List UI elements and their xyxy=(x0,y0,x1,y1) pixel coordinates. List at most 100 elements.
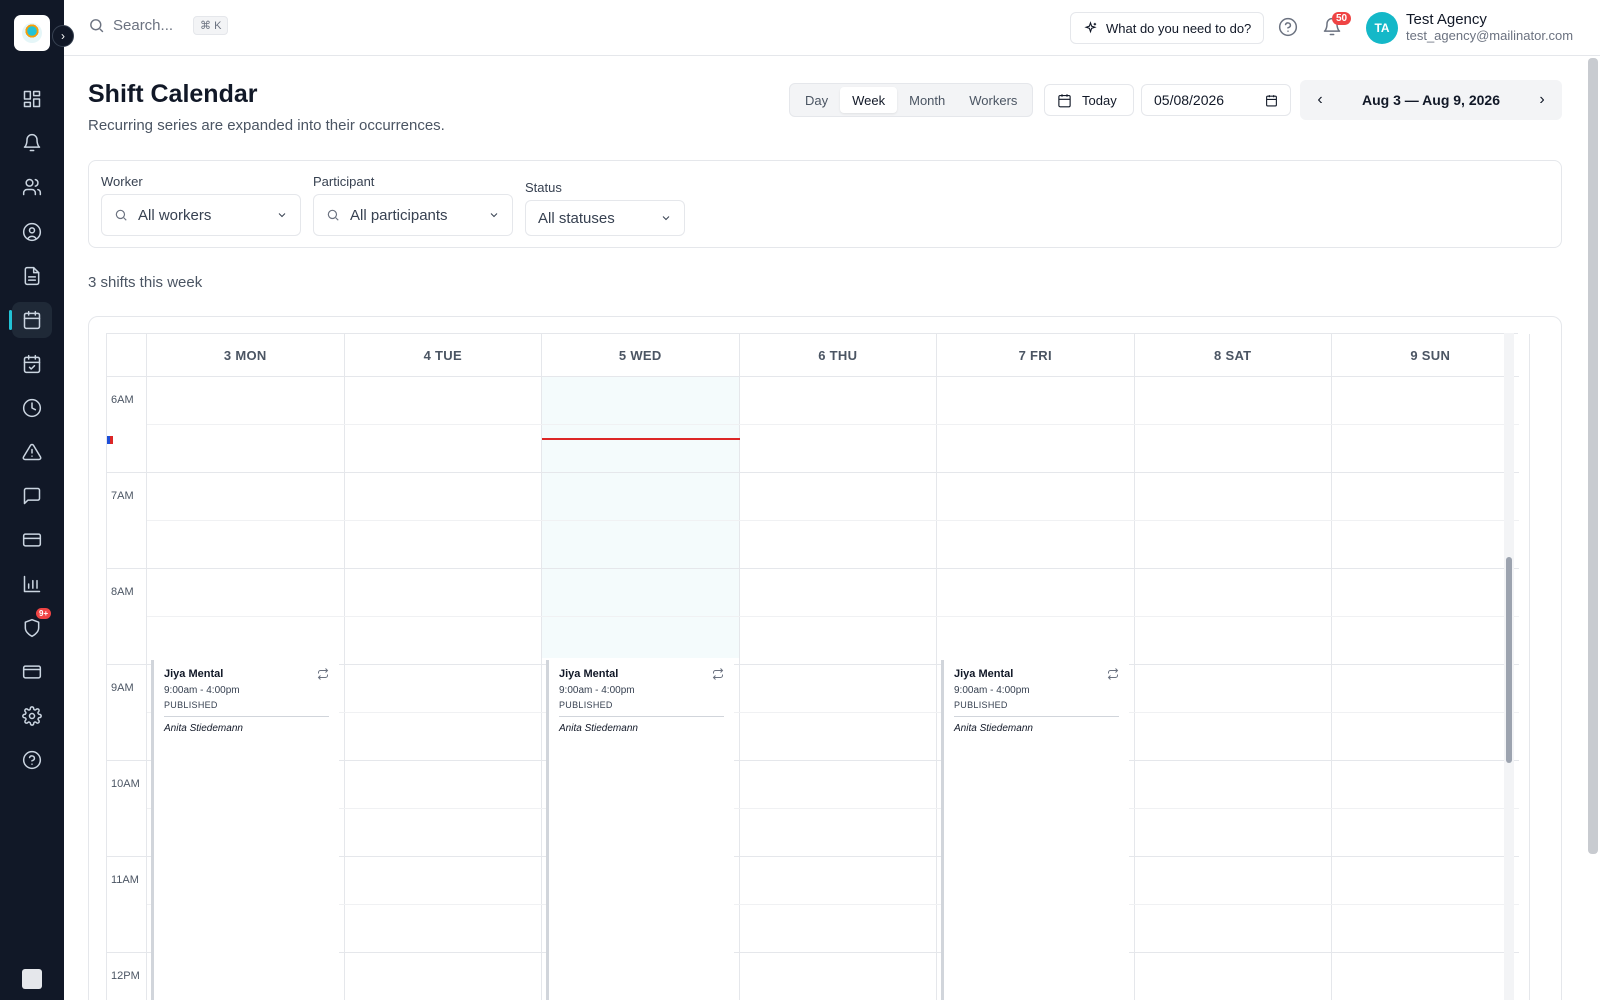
date-picker[interactable]: 05/08/2026 xyxy=(1141,84,1291,116)
shift-status: PUBLISHED xyxy=(559,700,613,710)
search-icon xyxy=(327,209,339,221)
calendar-picker-icon[interactable] xyxy=(1265,94,1278,107)
shift-divider xyxy=(559,716,724,717)
shift-title: Jiya Mental xyxy=(559,668,619,680)
next-week-button[interactable]: › xyxy=(1532,91,1552,109)
clock-icon xyxy=(22,398,42,418)
view-switcher: Day Week Month Workers xyxy=(789,83,1034,117)
compliance-badge: 9+ xyxy=(36,608,52,619)
sidebar-item-users[interactable] xyxy=(12,169,52,205)
sidebar-item-participants[interactable] xyxy=(12,214,52,250)
today-label: Today xyxy=(1082,92,1117,108)
sidebar-item-compliance[interactable]: 9+ xyxy=(12,608,52,646)
shift-divider xyxy=(164,716,329,717)
current-time-marker xyxy=(107,436,113,444)
ask-assistant-button[interactable]: What do you need to do? xyxy=(1070,12,1265,44)
sidebar-expand-button[interactable]: › xyxy=(52,25,74,47)
day-header: 7 FRI xyxy=(937,334,1135,376)
previous-week-button[interactable]: ‹ xyxy=(1310,91,1330,109)
shift-status: PUBLISHED xyxy=(164,700,218,710)
users-icon xyxy=(22,178,42,196)
worker-filter-select[interactable]: All workers xyxy=(101,194,301,236)
day-column[interactable] xyxy=(740,376,937,1000)
page-title: Shift Calendar xyxy=(88,80,258,108)
user-name[interactable]: Test Agency xyxy=(1406,11,1487,28)
sidebar-item-roster[interactable] xyxy=(12,346,52,382)
avatar[interactable]: TA xyxy=(1366,12,1398,44)
document-icon xyxy=(24,266,40,286)
date-range-label: Aug 3 — Aug 9, 2026 xyxy=(1362,92,1500,108)
day-column[interactable] xyxy=(345,376,542,1000)
sidebar-item-dashboard[interactable] xyxy=(12,81,52,117)
notifications-button[interactable]: 50 xyxy=(1322,12,1352,39)
tab-workers[interactable]: Workers xyxy=(957,87,1029,113)
user-email: test_agency@mailinator.com xyxy=(1406,28,1574,43)
ask-assistant-label: What do you need to do? xyxy=(1106,20,1252,36)
sidebar-item-reports[interactable] xyxy=(12,566,52,602)
day-column[interactable] xyxy=(1135,376,1332,1000)
wallet-icon xyxy=(22,665,42,679)
tab-day[interactable]: Day xyxy=(793,87,840,113)
time-label: 7AM xyxy=(111,490,134,502)
participant-filter-select[interactable]: All participants xyxy=(313,194,513,236)
help-button[interactable] xyxy=(1278,17,1300,39)
profile-thumbnail[interactable] xyxy=(22,969,42,989)
sidebar-item-messages[interactable] xyxy=(12,478,52,514)
day-header: 4 TUE xyxy=(345,334,542,376)
dashboard-icon xyxy=(23,90,41,108)
chevron-down-icon xyxy=(662,216,670,221)
date-value: 05/08/2026 xyxy=(1154,92,1225,108)
chevron-down-icon xyxy=(490,213,498,218)
day-column[interactable] xyxy=(1332,376,1530,1000)
participant-filter-value: All participants xyxy=(350,206,448,224)
shift-time: 9:00am - 4:00pm xyxy=(954,685,1030,696)
half-hour-line xyxy=(147,904,1519,905)
time-column xyxy=(107,334,147,1000)
day-header: 9 SUN xyxy=(1332,334,1530,376)
shift-card[interactable]: Jiya Mental 9:00am - 4:00pm PUBLISHED Anita… xyxy=(546,660,734,1000)
half-hour-line xyxy=(147,520,1519,521)
half-hour-line xyxy=(147,424,1519,425)
sidebar-item-timesheets[interactable] xyxy=(12,390,52,426)
participant-filter-label: Participant xyxy=(313,174,375,189)
status-filter-select[interactable]: All statuses xyxy=(525,200,685,236)
sidebar-item-settings[interactable] xyxy=(12,698,52,734)
calendar-icon xyxy=(23,310,41,330)
shift-card[interactable]: Jiya Mental 9:00am - 4:00pm PUBLISHED Anita… xyxy=(941,660,1129,1000)
half-hour-line xyxy=(147,616,1519,617)
credit-card-icon xyxy=(22,533,42,547)
agency-logo[interactable] xyxy=(14,15,50,51)
sidebar: › 9+ xyxy=(0,0,74,1000)
sidebar-item-billing[interactable] xyxy=(12,522,52,558)
sidebar-item-shift-calendar[interactable] xyxy=(9,302,52,338)
shift-card[interactable]: Jiya Mental 9:00am - 4:00pm PUBLISHED Anita… xyxy=(151,660,339,1000)
calendar-scrollbar[interactable] xyxy=(1506,557,1512,763)
shift-time: 9:00am - 4:00pm xyxy=(559,685,635,696)
worker-filter-value: All workers xyxy=(138,206,212,224)
shift-title: Jiya Mental xyxy=(954,668,1014,680)
header-divider xyxy=(107,376,1519,377)
hour-line xyxy=(107,472,1519,473)
search-icon xyxy=(115,209,127,221)
today-button[interactable]: Today xyxy=(1044,84,1134,116)
time-label: 11AM xyxy=(111,874,139,886)
half-hour-line xyxy=(147,808,1519,809)
day-header: 5 WED xyxy=(542,334,740,376)
sidebar-item-payments[interactable] xyxy=(12,654,52,690)
sidebar-item-help[interactable] xyxy=(12,742,52,778)
tab-week[interactable]: Week xyxy=(840,87,898,113)
user-circle-icon xyxy=(22,222,42,242)
shift-status: PUBLISHED xyxy=(954,700,1008,710)
repeat-icon xyxy=(712,668,724,680)
page-scrollbar[interactable] xyxy=(1588,58,1598,854)
sidebar-item-documents[interactable] xyxy=(12,258,52,294)
hour-line xyxy=(107,568,1519,569)
notification-count: 50 xyxy=(1332,12,1352,25)
sidebar-item-incidents[interactable] xyxy=(12,434,52,470)
time-label: 8AM xyxy=(111,586,134,598)
sidebar-item-notifications[interactable] xyxy=(12,125,52,161)
global-search[interactable]: Search... ⌘ K xyxy=(88,16,229,35)
filters-panel: Worker All workers Participant All parti… xyxy=(88,160,1562,248)
search-icon xyxy=(90,19,104,33)
tab-month[interactable]: Month xyxy=(897,87,957,113)
